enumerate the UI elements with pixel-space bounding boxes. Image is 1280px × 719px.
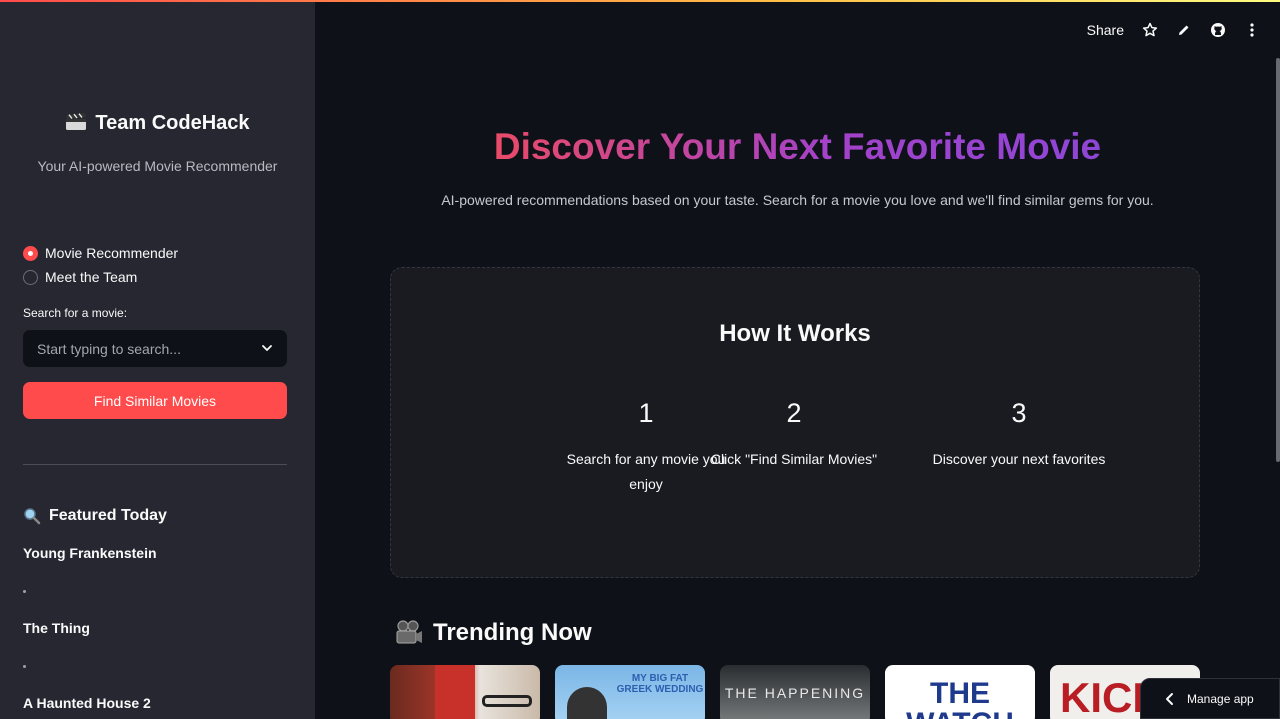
sidebar: Team CodeHack Your AI-powered Movie Reco… <box>0 0 315 719</box>
search-placeholder: Start typing to search... <box>37 340 181 357</box>
brand-text: Team CodeHack <box>95 112 250 134</box>
poster-art <box>482 695 532 707</box>
poster-title: THE HAPPENING <box>724 685 866 701</box>
poster-title: MY BIG FAT GREEK WEDDING <box>616 673 704 695</box>
manage-app-label: Manage app <box>1187 691 1254 706</box>
step-text: Click "Find Similar Movies" <box>710 451 878 467</box>
featured-item[interactable]: A Haunted House 2 <box>23 695 151 711</box>
manage-app-button[interactable]: Manage app <box>1140 678 1280 719</box>
featured-today-title: Featured Today <box>49 507 167 524</box>
featured-separator <box>23 590 26 593</box>
top-decoration-bar <box>0 0 1280 2</box>
nav-radio-meet-the-team[interactable]: Meet the Team <box>23 269 137 285</box>
radio-selected-icon <box>23 245 38 261</box>
step-number: 2 <box>786 398 802 428</box>
poster-title: THE WATCH <box>906 677 1014 719</box>
sidebar-subtitle: Your AI-powered Movie Recommender <box>37 158 278 174</box>
nav-radio-movie-recommender[interactable]: Movie Recommender <box>23 245 178 261</box>
app-toolbar: Share <box>1087 22 1260 38</box>
trending-poster-2[interactable]: MY BIG FAT GREEK WEDDING <box>555 665 705 719</box>
share-button[interactable]: Share <box>1087 22 1124 38</box>
poster-art <box>567 687 607 719</box>
nav-radio-label: Movie Recommender <box>45 245 179 261</box>
how-it-works-title: How It Works <box>719 320 871 347</box>
nav-radio-label: Meet the Team <box>45 269 138 285</box>
step-3: 3 Discover your next favorites <box>919 398 1119 472</box>
sidebar-divider <box>23 464 287 465</box>
how-it-works-card: How It Works 1 Search for any movie you … <box>390 267 1200 578</box>
poster-art <box>435 665 475 719</box>
step-text: Discover your next favorites <box>932 451 1106 467</box>
github-icon[interactable] <box>1210 22 1226 38</box>
step-2: 2 Click "Find Similar Movies" <box>699 398 889 472</box>
page-title-text: Discover Your Next Favorite Movie <box>493 126 1102 167</box>
scrollbar[interactable] <box>1276 58 1280 462</box>
trending-heading: Trending Now <box>395 619 592 647</box>
kebab-menu-icon[interactable] <box>1244 22 1260 38</box>
featured-separator <box>23 665 26 668</box>
page-lead: AI-powered recommendations based on your… <box>441 192 1154 208</box>
trending-poster-1[interactable] <box>390 665 540 719</box>
magnifier-icon <box>24 508 41 525</box>
step-number: 3 <box>1011 398 1027 428</box>
search-label: Search for a movie: <box>23 306 128 320</box>
featured-item[interactable]: The Thing <box>23 620 90 636</box>
find-similar-movies-button[interactable]: Find Similar Movies <box>23 382 287 419</box>
trending-poster-3[interactable]: THE HAPPENING <box>720 665 870 719</box>
page-title: Discover Your Next Favorite Movie <box>315 126 1280 168</box>
movie-search-select[interactable]: Start typing to search... <box>23 330 287 367</box>
chevron-down-icon <box>262 345 272 351</box>
movie-camera-icon <box>396 620 422 644</box>
radio-unselected-icon <box>23 269 38 285</box>
pencil-icon[interactable] <box>1176 22 1192 38</box>
chevron-left-icon <box>1166 692 1173 705</box>
sidebar-brand: Team CodeHack <box>0 112 315 135</box>
trending-poster-4[interactable]: THE WATCH <box>885 665 1035 719</box>
featured-today-heading: Featured Today <box>23 507 167 525</box>
star-icon[interactable] <box>1142 22 1158 38</box>
featured-item[interactable]: Young Frankenstein <box>23 545 157 561</box>
clapperboard-icon <box>66 113 87 130</box>
main-content: Share Discover Your Next Favorite Movie … <box>315 0 1280 719</box>
trending-title: Trending Now <box>433 619 592 646</box>
